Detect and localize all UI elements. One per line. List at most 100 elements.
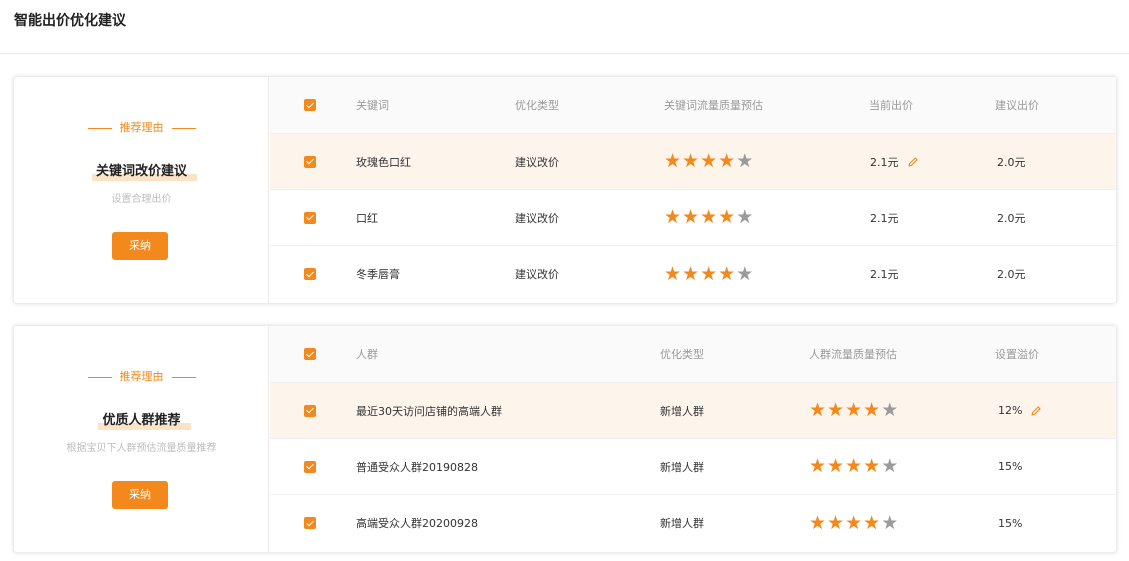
star-empty-icon: ★ [881,455,899,477]
table-header: 人群 优化类型 人群流量质量预估 设置溢价 [270,326,1116,383]
premium-value: 12% [998,404,1023,417]
column-header-optimize-type: 优化类型 [660,348,704,361]
reason-tag-label: 推荐理由 [119,121,164,134]
row-checkbox[interactable] [304,155,316,168]
star-filled-icon: ★ [718,262,736,285]
recommend-reason-panel: 推荐理由 优质人群推荐 根据宝贝下人群预估流量质量推荐 采纳 [14,326,269,552]
quality-rating: ★ ★ ★ ★ ★ [664,208,754,227]
keyword-name: 玫瑰色口红 [356,155,411,169]
pencil-icon[interactable] [907,156,919,168]
optimize-type: 新增人群 [660,517,704,530]
star-filled-icon: ★ [863,511,881,534]
star-filled-icon: ★ [664,206,682,228]
row-checkbox[interactable] [304,404,316,417]
optimize-type: 建议改价 [515,211,559,225]
reason-description: 根据宝贝下人群预估流量质量推荐 [66,443,217,454]
table-row: 普通受众人群20190828 新增人群 ★ ★ ★ ★ ★ 15% [270,439,1116,495]
select-all-checkbox[interactable] [304,348,316,360]
star-filled-icon: ★ [700,206,718,228]
keyword-bid-card: 推荐理由 关键词改价建议 设置合理出价 采纳 关键词 优化类型 关键词流量质量预… [13,76,1117,304]
column-header-premium: 设置溢价 [995,348,1039,361]
star-filled-icon: ★ [700,150,718,172]
star-filled-icon: ★ [809,511,827,534]
column-header-quality: 人群流量质量预估 [809,348,897,361]
keyword-name: 口红 [356,211,378,225]
divider [171,127,196,129]
star-empty-icon: ★ [736,206,754,228]
divider [87,127,112,129]
keyword-name: 冬季唇膏 [356,268,400,281]
star-filled-icon: ★ [664,150,682,172]
page-header: 智能出价优化建议 [0,0,1129,54]
adopt-button[interactable]: 采纳 [112,481,168,509]
row-checkbox[interactable] [304,517,316,529]
star-filled-icon: ★ [700,262,718,285]
reason-title: 优质人群推荐 [14,409,269,430]
current-bid: 2.1元 [870,268,899,281]
reason-title-text: 优质人群推荐 [102,413,181,428]
audience-name: 最近30天访问店铺的高端人群 [356,404,502,418]
audience-recommend-card: 推荐理由 优质人群推荐 根据宝贝下人群预估流量质量推荐 采纳 人群 优化类型 人… [13,325,1117,553]
star-filled-icon: ★ [827,455,845,477]
table-row: 口红 建议改价 ★ ★ ★ ★ ★ 2.1元 2.0元 [270,190,1116,246]
star-filled-icon: ★ [718,206,736,228]
premium-value: 15% [998,516,1023,530]
star-filled-icon: ★ [682,206,700,228]
column-header-quality: 关键词流量质量预估 [664,99,763,112]
divider [87,376,112,378]
page-title: 智能出价优化建议 [14,13,126,29]
current-bid: 2.1元 [870,155,899,169]
optimize-type: 新增人群 [660,460,704,474]
optimize-type: 建议改价 [515,155,559,169]
audience-name: 普通受众人群20190828 [356,460,478,474]
quality-rating: ★ ★ ★ ★ ★ [809,457,899,476]
recommend-reason-tag: 推荐理由 [14,121,269,135]
column-header-optimize-type: 优化类型 [515,99,559,112]
adopt-button[interactable]: 采纳 [112,232,168,260]
row-checkbox[interactable] [304,211,316,224]
select-all-checkbox[interactable] [304,99,316,111]
column-header-keyword: 关键词 [356,99,389,112]
reason-description: 设置合理出价 [111,194,172,205]
reason-title-text: 关键词改价建议 [95,164,187,179]
star-empty-icon: ★ [881,399,899,421]
audience-name: 高端受众人群20200928 [356,517,478,530]
table-row: 高端受众人群20200928 新增人群 ★ ★ ★ ★ ★ 15% [270,495,1116,551]
star-filled-icon: ★ [682,262,700,285]
pencil-icon[interactable] [1030,405,1042,417]
column-header-suggested-bid: 建议出价 [995,99,1039,112]
current-bid: 2.1元 [870,211,899,225]
table-header: 关键词 优化类型 关键词流量质量预估 当前出价 建议出价 [270,77,1116,134]
star-empty-icon: ★ [736,150,754,172]
reason-title: 关键词改价建议 [14,160,269,181]
star-filled-icon: ★ [682,150,700,172]
star-filled-icon: ★ [664,262,682,285]
star-filled-icon: ★ [827,399,845,421]
star-filled-icon: ★ [845,399,863,421]
optimize-type: 新增人群 [660,404,704,418]
star-filled-icon: ★ [845,511,863,534]
quality-rating: ★ ★ ★ ★ ★ [664,262,754,285]
divider [171,376,196,378]
suggested-bid: 2.0元 [997,155,1026,169]
star-filled-icon: ★ [809,399,827,421]
table-row: 冬季唇膏 建议改价 ★ ★ ★ ★ ★ 2.1元 2.0元 [270,246,1116,302]
star-filled-icon: ★ [809,455,827,477]
column-header-current-bid: 当前出价 [869,99,913,112]
quality-rating: ★ ★ ★ ★ ★ [664,152,754,171]
recommend-reason-tag: 推荐理由 [14,370,269,384]
star-filled-icon: ★ [863,399,881,421]
star-filled-icon: ★ [863,455,881,477]
quality-rating: ★ ★ ★ ★ ★ [809,401,899,420]
reason-tag-label: 推荐理由 [119,370,164,383]
star-empty-icon: ★ [881,511,899,534]
star-filled-icon: ★ [845,455,863,477]
audience-table: 人群 优化类型 人群流量质量预估 设置溢价 最近30天访问店铺的高端人群 新增人… [270,326,1116,552]
row-checkbox[interactable] [304,460,316,473]
star-filled-icon: ★ [718,150,736,172]
row-checkbox[interactable] [304,268,316,280]
optimize-type: 建议改价 [515,268,559,281]
table-row: 最近30天访问店铺的高端人群 新增人群 ★ ★ ★ ★ ★ 12% [270,383,1116,439]
star-filled-icon: ★ [827,511,845,534]
star-empty-icon: ★ [736,262,754,285]
